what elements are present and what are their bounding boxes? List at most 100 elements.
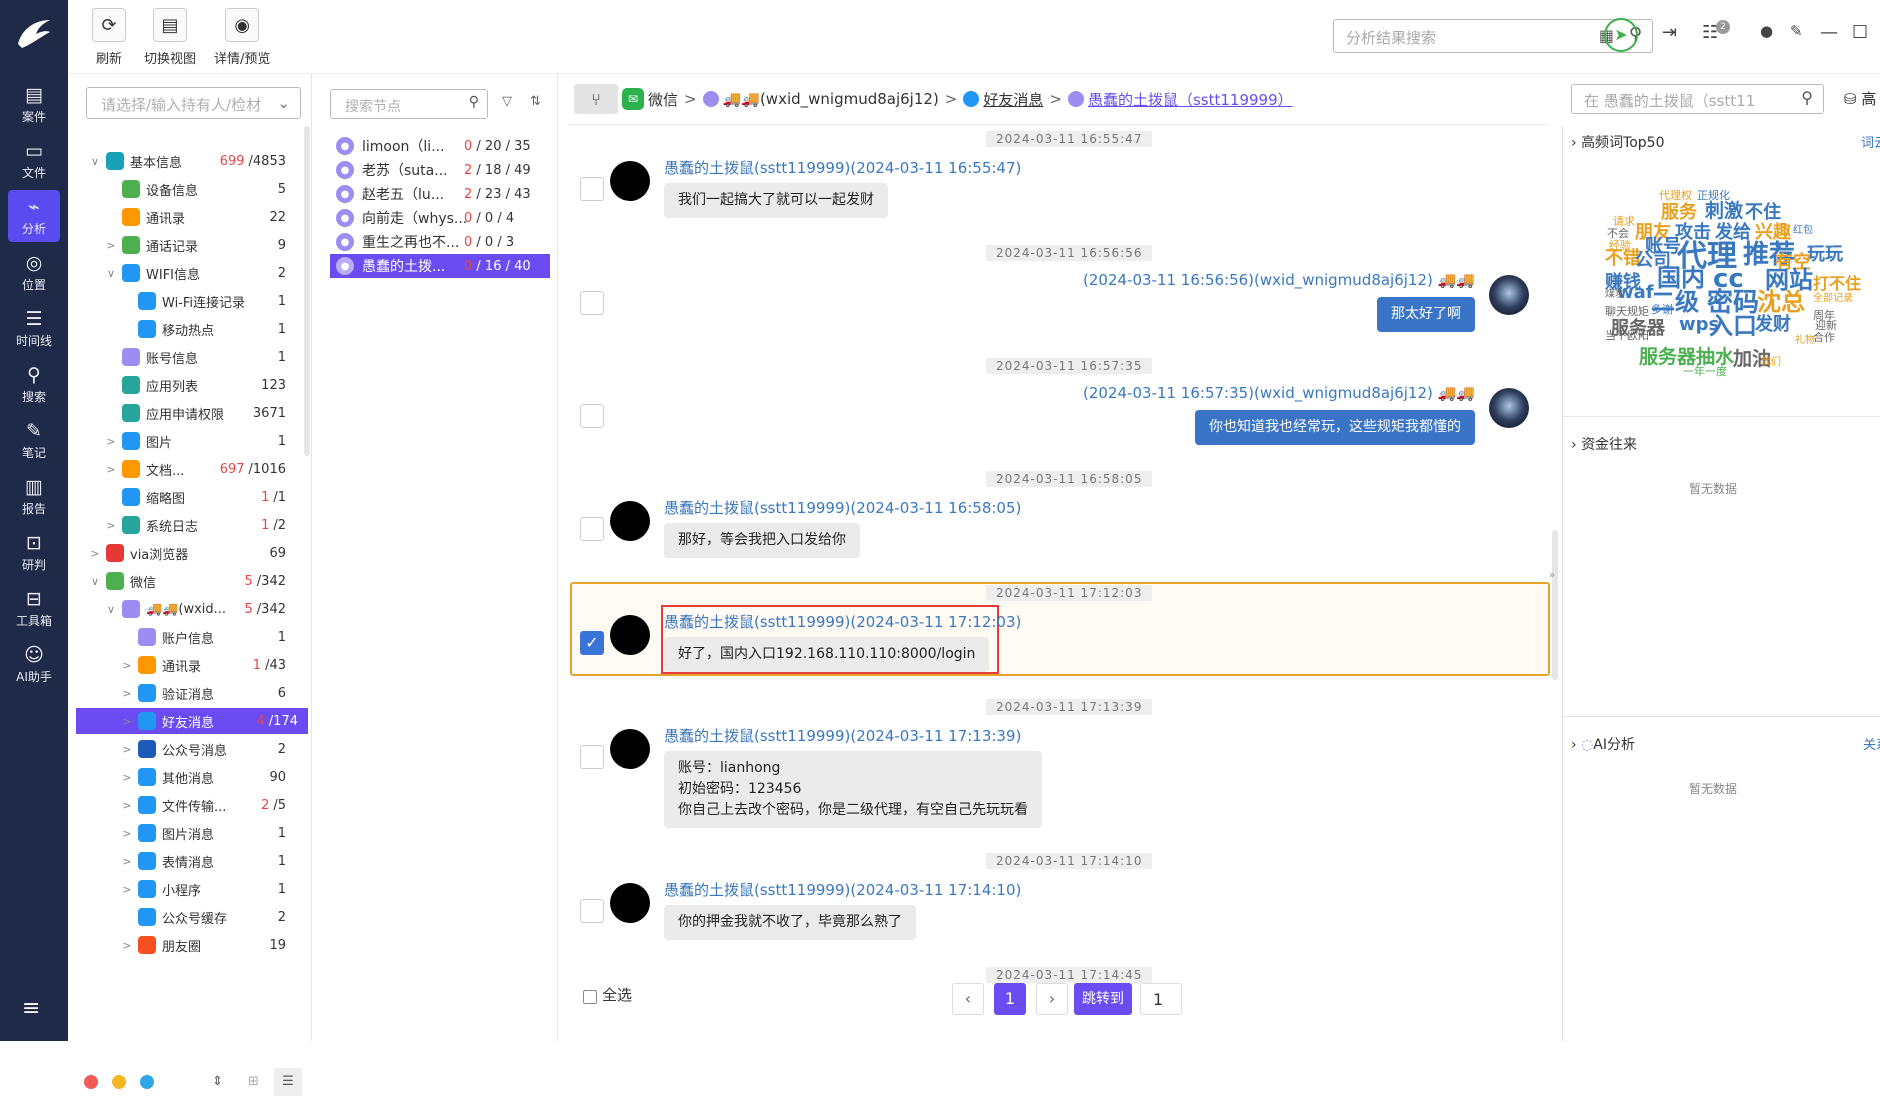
pin-icon[interactable]: ✎ <box>1790 22 1803 40</box>
branch-toggle-icon[interactable]: ⑂ <box>574 84 618 114</box>
sort-icon[interactable]: ⇅ <box>530 94 541 109</box>
word-cloud-term[interactable]: 聊天规矩 <box>1605 306 1649 317</box>
tree-item[interactable]: > 其他消息 90 <box>120 764 296 790</box>
chevron-right-icon[interactable]: > <box>104 435 118 448</box>
word-cloud-term[interactable]: 不会 <box>1607 228 1629 239</box>
word-cloud-term[interactable]: 当下 <box>1605 330 1627 341</box>
tree-item[interactable]: ∨ 基本信息 699/4853 <box>88 148 296 174</box>
word-cloud-term[interactable]: 礼物 <box>1795 336 1815 346</box>
word-cloud-term[interactable]: 玩玩 <box>1807 246 1843 264</box>
breadcrumb-app[interactable]: 微信 <box>648 89 678 110</box>
chevron-right-icon[interactable]: > <box>120 771 134 784</box>
word-cloud-term[interactable]: 我们 <box>1761 358 1781 368</box>
refresh-button[interactable]: ⟳ 刷新 <box>92 8 126 67</box>
chevron-right-icon[interactable]: > <box>120 883 134 896</box>
chevron-right-icon[interactable]: > <box>88 547 102 560</box>
expand-panel-icon[interactable]: » <box>1549 570 1555 581</box>
word-cloud-term[interactable]: 入口 <box>1709 314 1757 338</box>
chevron-down-icon[interactable]: ∨ <box>88 575 102 588</box>
wordcloud-link[interactable]: 词云 <box>1861 132 1880 151</box>
nav-ai[interactable]: ☺ AI助手 <box>8 638 60 690</box>
locate-icon[interactable]: ➤ <box>1604 18 1638 52</box>
contact-item[interactable]: ● 愚蠢的土拨... 0 / 16 / 40 <box>330 254 550 278</box>
tree-item[interactable]: ∨ 🚚🚚(wxid... 5/342 <box>104 596 296 622</box>
chevron-right-icon[interactable]: > <box>120 827 134 840</box>
tree-item[interactable]: > 通讯录 1/43 <box>120 652 296 678</box>
message-checkbox[interactable]: ✓ <box>580 631 604 655</box>
collapse-icon[interactable]: ⇕ <box>212 1074 223 1089</box>
chevron-right-icon[interactable]: > <box>104 519 118 532</box>
nav-note[interactable]: ✎ 笔记 <box>8 414 60 466</box>
tree-item[interactable]: > 系统日志 1/2 <box>104 512 296 538</box>
message-checkbox[interactable] <box>580 177 604 201</box>
word-cloud-term[interactable]: 代理权 <box>1659 190 1692 201</box>
tree-item[interactable]: ∨ 微信 5/342 <box>88 568 296 594</box>
breadcrumb-contact[interactable]: 愚蠢的土拨鼠（sstt119999） <box>1088 89 1293 110</box>
nav-report[interactable]: ▥ 报告 <box>8 470 60 522</box>
tree-item[interactable]: > 公众号消息 2 <box>120 736 296 762</box>
tree-item[interactable]: > 图片 1 <box>104 428 296 454</box>
tree-item[interactable]: 设备信息 5 <box>104 176 296 202</box>
tree-item[interactable]: 移动热点 1 <box>120 316 296 342</box>
tree-item[interactable]: 账号信息 1 <box>104 344 296 370</box>
search-icon[interactable]: ⚲ <box>1801 88 1813 107</box>
word-cloud-term[interactable]: 沈总 <box>1757 290 1805 314</box>
wordcloud-section[interactable]: › 高频词Top50 词云 <box>1571 132 1880 152</box>
message-checkbox[interactable] <box>580 291 604 315</box>
chevron-down-icon[interactable]: ∨ <box>104 267 118 280</box>
contact-item[interactable]: ● 赵老五（lu... 2 / 23 / 43 <box>330 182 550 206</box>
word-cloud-term[interactable]: 一年一度 <box>1683 366 1727 377</box>
breadcrumb-category[interactable]: 好友消息 <box>983 89 1043 110</box>
word-cloud-term[interactable]: 欧阳 <box>1627 330 1649 341</box>
minimize-icon[interactable]: — <box>1820 22 1838 43</box>
chat-search-input[interactable]: 在 愚蠢的土拨鼠（sstt11 ⚲ <box>1571 84 1824 114</box>
nav-timeline[interactable]: ☰ 时间线 <box>8 302 60 354</box>
tree-item[interactable]: 应用申请权限 3671 <box>104 400 296 426</box>
switch-view-button[interactable]: ▤ 切换视图 <box>144 8 196 67</box>
word-cloud-term[interactable]: 不住 <box>1745 204 1781 222</box>
word-cloud-term[interactable]: 打不住 <box>1813 276 1861 292</box>
message-checkbox[interactable] <box>580 517 604 541</box>
jump-page-input[interactable]: 1 <box>1140 983 1182 1015</box>
tree-item[interactable]: > 朋友圈 19 <box>120 932 296 958</box>
nav-search[interactable]: ⚲ 搜索 <box>8 358 60 410</box>
tree-item[interactable]: > 文件传输... 2/5 <box>120 792 296 818</box>
message-checkbox[interactable] <box>580 899 604 923</box>
menu-icon[interactable]: ≡ <box>22 996 40 1021</box>
tree-item[interactable]: Wi-Fi连接记录 1 <box>120 288 296 314</box>
breadcrumb-account[interactable]: 🚚🚚(wxid_wnigmud8aj6j12) <box>723 90 939 108</box>
chevron-right-icon[interactable]: > <box>120 799 134 812</box>
chevron-right-icon[interactable]: > <box>104 239 118 252</box>
select-all-checkbox[interactable] <box>583 990 597 1004</box>
detail-preview-button[interactable]: ◉ 详情/预览 <box>214 8 270 67</box>
tree-item[interactable]: 公众号缓存 2 <box>120 904 296 930</box>
word-cloud-term[interactable]: 合作 <box>1813 332 1835 343</box>
contact-item[interactable]: ● limoon（li... 0 / 20 / 35 <box>330 134 550 158</box>
nav-chart[interactable]: ⌁ 分析 <box>8 190 60 242</box>
word-cloud-term[interactable]: 服务 <box>1661 204 1697 222</box>
tree-item[interactable]: ∨ WIFI信息 2 <box>104 260 296 286</box>
chevron-right-icon[interactable]: > <box>120 687 134 700</box>
filter-icon[interactable]: ▽ <box>502 94 512 109</box>
word-cloud-term[interactable]: 国内 <box>1657 266 1705 290</box>
holder-select[interactable]: 请选择/输入持有人/检材 ⌄ <box>86 87 301 119</box>
maximize-icon[interactable]: ☐ <box>1852 22 1868 43</box>
yellow-dot-icon[interactable] <box>112 1075 126 1089</box>
chevron-right-icon[interactable]: > <box>120 659 134 672</box>
word-cloud-term[interactable]: 迎新 <box>1815 320 1837 331</box>
tree-item[interactable]: 通讯录 22 <box>104 204 296 230</box>
next-page-button[interactable]: › <box>1036 983 1068 1015</box>
tree-item[interactable]: > 文档... 697/1016 <box>104 456 296 482</box>
word-cloud-term[interactable]: 刺激 <box>1705 202 1743 221</box>
nav-judge[interactable]: ⊡ 研判 <box>8 526 60 578</box>
word-cloud-term[interactable]: 请求 <box>1613 216 1635 227</box>
chat-scrollbar[interactable] <box>1552 530 1558 680</box>
finance-section[interactable]: › 资金往来 <box>1571 434 1637 454</box>
node-search-input[interactable]: 搜索节点 ⚲ <box>330 89 488 119</box>
message-checkbox[interactable] <box>580 404 604 428</box>
contact-item[interactable]: ● 老苏（suta... 2 / 18 / 49 <box>330 158 550 182</box>
chevron-right-icon[interactable]: > <box>104 463 118 476</box>
chevron-down-icon[interactable]: ∨ <box>88 155 102 168</box>
current-page-button[interactable]: 1 <box>994 983 1026 1015</box>
word-cloud-term[interactable]: 全部记录 <box>1813 294 1853 304</box>
